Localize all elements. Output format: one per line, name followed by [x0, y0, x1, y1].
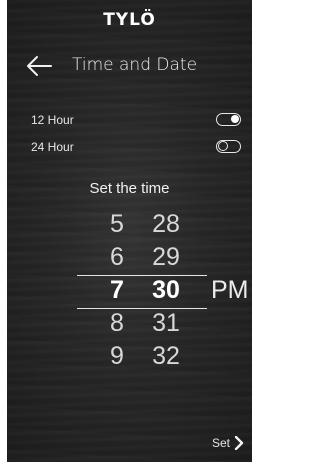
set-time-label: Set the time — [89, 180, 170, 197]
minute-option[interactable]: 28 — [144, 208, 188, 241]
screen: TYLÖ Time and Date 12 Hour 24 Hour Set t… — [7, 0, 252, 462]
hour-option[interactable]: 9 — [102, 340, 132, 373]
minute-option-selected[interactable]: 30 — [144, 274, 188, 307]
minute-option[interactable]: 29 — [144, 241, 188, 274]
set-button-label: Set — [211, 436, 230, 450]
period-selector[interactable]: PM — [211, 274, 249, 307]
hour-option[interactable]: 5 — [102, 208, 132, 241]
tylo-logo: TYLÖ — [103, 10, 156, 30]
minute-wheel[interactable]: 28 29 30 31 32 — [144, 208, 188, 373]
time-picker: 5 6 7 8 9 28 29 30 31 32 PM — [7, 208, 252, 378]
device-frame: TYLÖ Time and Date 12 Hour 24 Hour Set t… — [0, 0, 259, 462]
option-12-hour: 12 Hour — [31, 111, 241, 131]
chevron-right-icon — [234, 436, 244, 450]
toggle-knob — [231, 115, 239, 123]
minute-option[interactable]: 32 — [144, 340, 188, 373]
toggle-24-hour[interactable] — [216, 140, 241, 153]
hour-wheel[interactable]: 5 6 7 8 9 — [102, 208, 132, 373]
minute-option[interactable]: 31 — [144, 307, 188, 340]
hour-option[interactable]: 8 — [102, 307, 132, 340]
set-button[interactable]: Set — [212, 434, 244, 452]
option-12-hour-label: 12 Hour — [31, 113, 74, 127]
back-button[interactable] — [25, 54, 53, 78]
option-24-hour: 24 Hour — [31, 138, 241, 158]
toggle-12-hour[interactable] — [216, 113, 241, 126]
selection-line-bottom — [77, 308, 207, 309]
hour-option-selected[interactable]: 7 — [102, 274, 132, 307]
hour-option[interactable]: 6 — [102, 241, 132, 274]
arrow-left-icon — [27, 56, 52, 76]
toggle-knob — [218, 141, 228, 151]
option-24-hour-label: 24 Hour — [31, 140, 74, 154]
header: Time and Date — [25, 52, 245, 80]
selection-line-top — [77, 275, 207, 276]
page-title: Time and Date — [72, 55, 198, 75]
